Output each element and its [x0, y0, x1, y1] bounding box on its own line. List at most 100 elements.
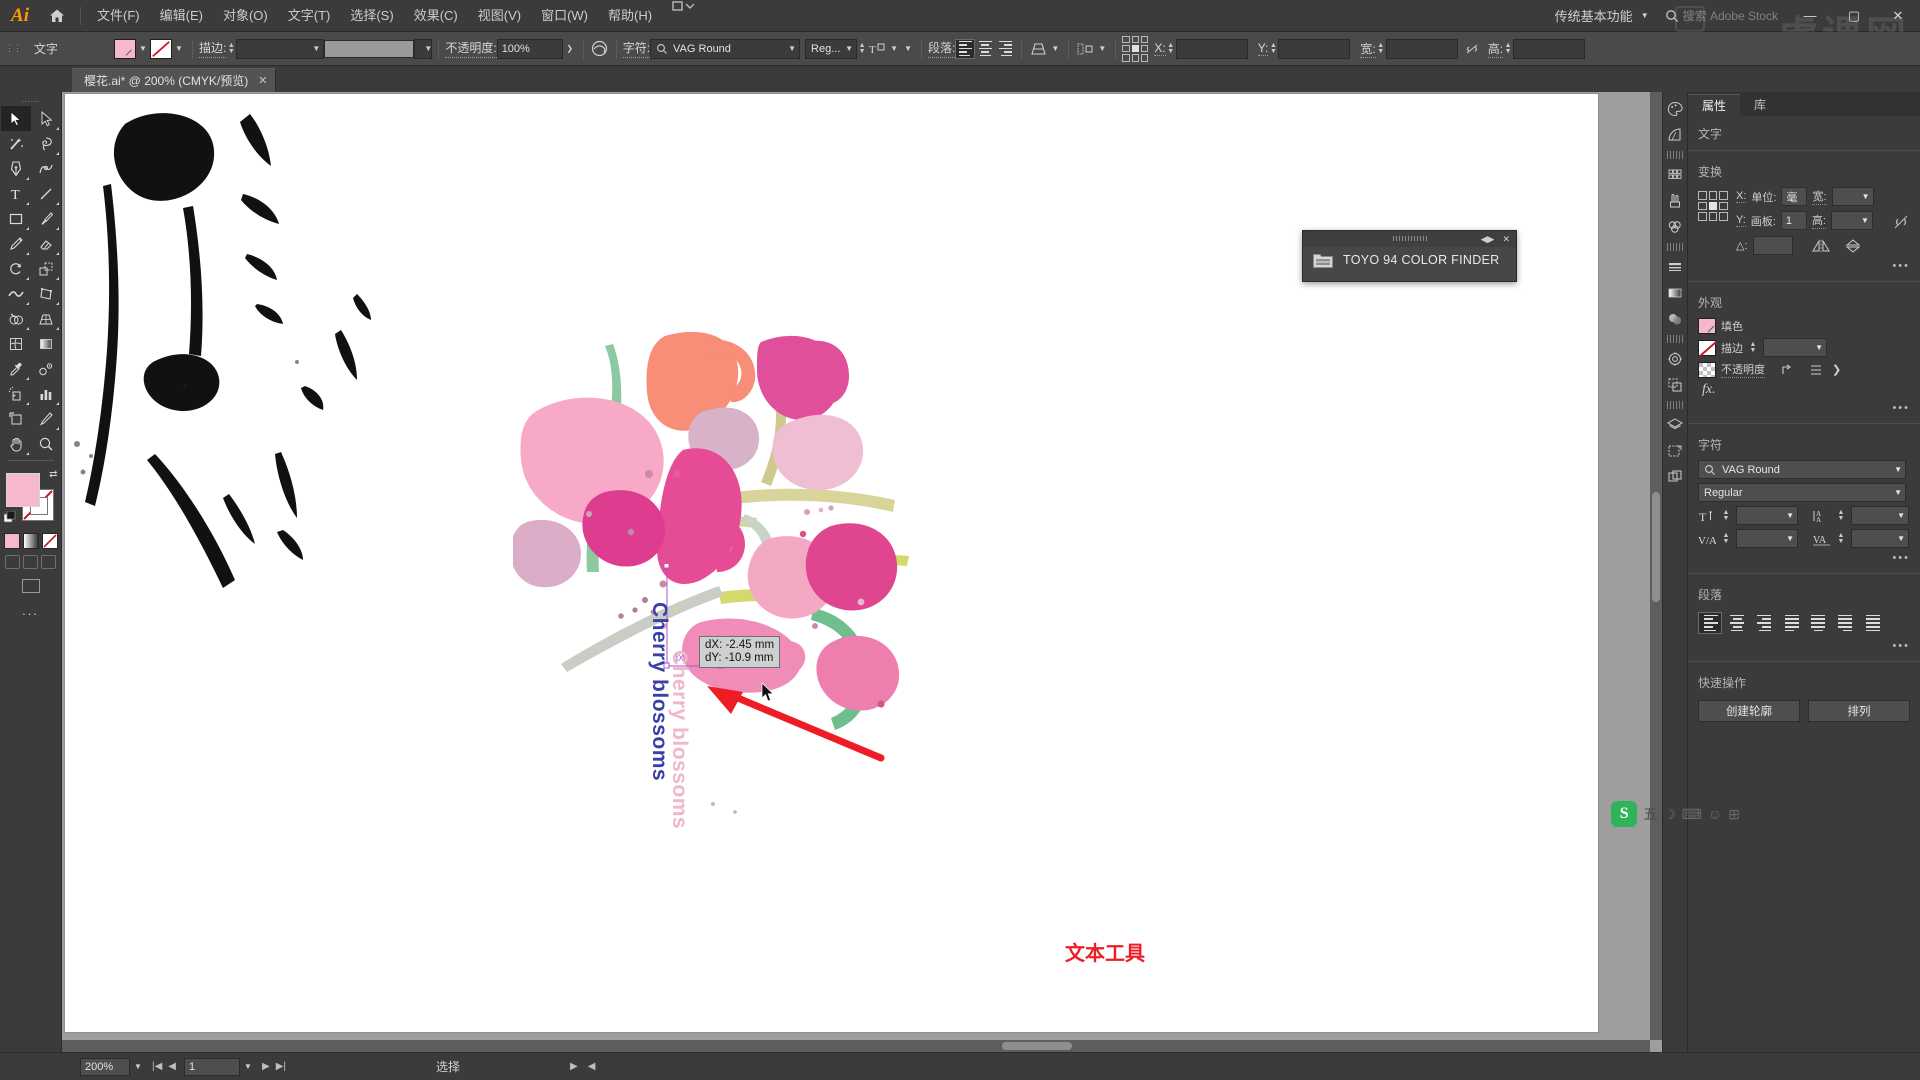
selection-tool[interactable] [0, 106, 31, 131]
width-tool[interactable] [1, 281, 31, 306]
column-graph-tool[interactable] [31, 381, 61, 406]
draw-behind-icon[interactable] [23, 555, 38, 569]
perspective-grid-tool[interactable] [31, 306, 61, 331]
ref-pt[interactable] [1708, 212, 1718, 221]
kerning-field[interactable]: ▼ [1736, 529, 1798, 548]
pen-tool[interactable] [1, 156, 31, 181]
fx-button[interactable]: fx. [1698, 382, 1716, 398]
align-objects-caret-icon[interactable]: ▼ [1095, 39, 1109, 59]
appearance-stroke-weight[interactable]: ▼ [1763, 338, 1827, 357]
close-tab-icon[interactable]: ✕ [258, 74, 267, 87]
appearance-stroke-swatch[interactable] [1698, 339, 1717, 357]
blend-tool[interactable] [31, 356, 61, 381]
more-tools-icon[interactable]: ... [22, 603, 39, 618]
ime-smiley-icon[interactable]: ☺ [1708, 806, 1722, 822]
symbols-panel-icon[interactable] [1663, 214, 1687, 240]
ime-moon-icon[interactable]: ☽ [1663, 806, 1676, 823]
toolbar-grip[interactable]: ⋯⋯ [0, 96, 61, 106]
appearance-stroke-stepper[interactable]: ▲ ▼ [1748, 341, 1758, 354]
opacity-mask-icon[interactable] [1780, 363, 1796, 377]
color-button[interactable] [3, 533, 20, 549]
font-size-stepper[interactable]: ▲ ▼ [1721, 509, 1731, 522]
height-stepper[interactable]: ▲ ▼ [1503, 42, 1513, 55]
artboard-dropdown-caret-icon[interactable]: ▼ [240, 1058, 256, 1076]
leading-stepper[interactable]: ▲ ▼ [1836, 509, 1846, 522]
last-artboard-button[interactable]: ▶| [276, 1061, 286, 1072]
ref-pt[interactable] [1719, 201, 1728, 211]
transform-w-input[interactable]: ▼ [1831, 187, 1874, 206]
ime-panel-icon[interactable]: ⊞ [1728, 806, 1740, 823]
paragraph-more-options-icon[interactable]: ••• [1688, 638, 1920, 658]
transform-unit-value[interactable]: 毫 [1781, 187, 1808, 206]
stroke-weight-field[interactable]: ▼ [236, 38, 325, 59]
opacity-settings-icon[interactable] [1809, 363, 1823, 377]
kerning-stepper[interactable]: ▲ ▼ [1721, 532, 1731, 545]
symbol-sprayer-tool[interactable] [1, 381, 31, 406]
appearance-more-options-icon[interactable]: ••• [1688, 400, 1920, 420]
pathfinder-panel-icon[interactable] [1663, 372, 1687, 398]
pencil-tool[interactable] [1, 231, 31, 256]
maximize-button[interactable]: ▢ [1832, 0, 1876, 32]
ref-pt[interactable] [1122, 44, 1130, 53]
none-button[interactable] [41, 533, 58, 549]
status-prev-icon[interactable]: ◀ [588, 1061, 596, 1072]
black-ink-artwork[interactable] [65, 94, 465, 694]
ref-pt[interactable] [1141, 35, 1149, 43]
vertical-scroll-thumb[interactable] [1652, 492, 1660, 602]
brushes-panel-icon[interactable] [1663, 188, 1687, 214]
default-fill-stroke-icon[interactable] [3, 511, 16, 523]
artboard-number-input[interactable]: 1 [184, 1057, 240, 1076]
arrange-button[interactable]: 排列 [1808, 700, 1910, 722]
menu-overflow-icon[interactable] [662, 0, 706, 32]
mesh-tool[interactable] [1, 331, 31, 356]
transparency-panel-icon[interactable] [1663, 306, 1687, 332]
curvature-tool[interactable] [31, 156, 61, 181]
recolor-artwork-icon[interactable] [590, 39, 610, 59]
menu-effect[interactable]: 效果(C) [404, 0, 468, 32]
ref-pt[interactable] [1122, 35, 1130, 43]
collapse-panel-icon[interactable]: ◀▶ [1481, 234, 1495, 245]
menu-window[interactable]: 窗口(W) [531, 0, 598, 32]
gradient-panel-icon[interactable] [1663, 280, 1687, 306]
ref-pt[interactable] [1719, 212, 1728, 221]
flip-vertical-icon[interactable] [1845, 238, 1861, 253]
menu-select[interactable]: 选择(S) [340, 0, 403, 32]
control-bar-grip[interactable]: ⋮⋮ [5, 36, 22, 62]
link-proportions-icon[interactable] [1462, 39, 1482, 59]
ref-pt[interactable] [1698, 201, 1707, 211]
direct-selection-tool[interactable] [31, 106, 61, 131]
horizontal-scroll-thumb[interactable] [1002, 1042, 1072, 1050]
opacity-expand-icon[interactable]: ❯ [1832, 363, 1841, 376]
next-artboard-button[interactable]: ▶ [262, 1061, 270, 1072]
scale-tool[interactable] [31, 256, 61, 281]
opacity-input[interactable]: 100% [496, 38, 563, 59]
y-stepper[interactable]: ▲ ▼ [1268, 42, 1278, 55]
eyedropper-tool[interactable] [1, 356, 31, 381]
align-right-button[interactable] [995, 39, 1015, 59]
ref-pt[interactable] [1708, 201, 1718, 211]
appearance-panel-icon[interactable] [1663, 346, 1687, 372]
tab-libraries[interactable]: 库 [1740, 94, 1780, 116]
slice-tool[interactable] [31, 406, 61, 431]
zoom-tool[interactable] [31, 431, 61, 456]
home-icon[interactable] [40, 0, 74, 32]
swatches-panel-icon[interactable] [1663, 162, 1687, 188]
transform-h-input[interactable]: ▼ [1830, 211, 1873, 230]
lasso-tool[interactable] [31, 131, 61, 156]
tracking-stepper[interactable]: ▲ ▼ [1836, 532, 1846, 545]
paragraph-justify-last-center[interactable] [1806, 612, 1830, 634]
toyo-color-finder-panel[interactable]: ◀▶ ✕ TOYO 94 COLOR FINDER [1302, 230, 1517, 282]
ref-pt[interactable] [1131, 54, 1140, 62]
transform-reference-point-grid[interactable] [1698, 191, 1728, 221]
canvas-horizontal-scrollbar[interactable] [62, 1040, 1650, 1052]
stroke-panel-icon[interactable] [1663, 254, 1687, 280]
opacity-options-icon[interactable]: ❯ [563, 39, 577, 59]
stroke-swatch[interactable] [150, 38, 172, 59]
color-panel-icon[interactable] [1663, 96, 1687, 122]
character-more-options-icon[interactable]: ••• [1688, 550, 1920, 570]
lock-proportions-icon[interactable] [1892, 185, 1910, 258]
color-guide-panel-icon[interactable] [1663, 122, 1687, 148]
x-input[interactable] [1175, 38, 1248, 59]
canvas-vertical-scrollbar[interactable] [1650, 92, 1662, 1040]
transform-more-options-icon[interactable]: ••• [1688, 258, 1920, 278]
